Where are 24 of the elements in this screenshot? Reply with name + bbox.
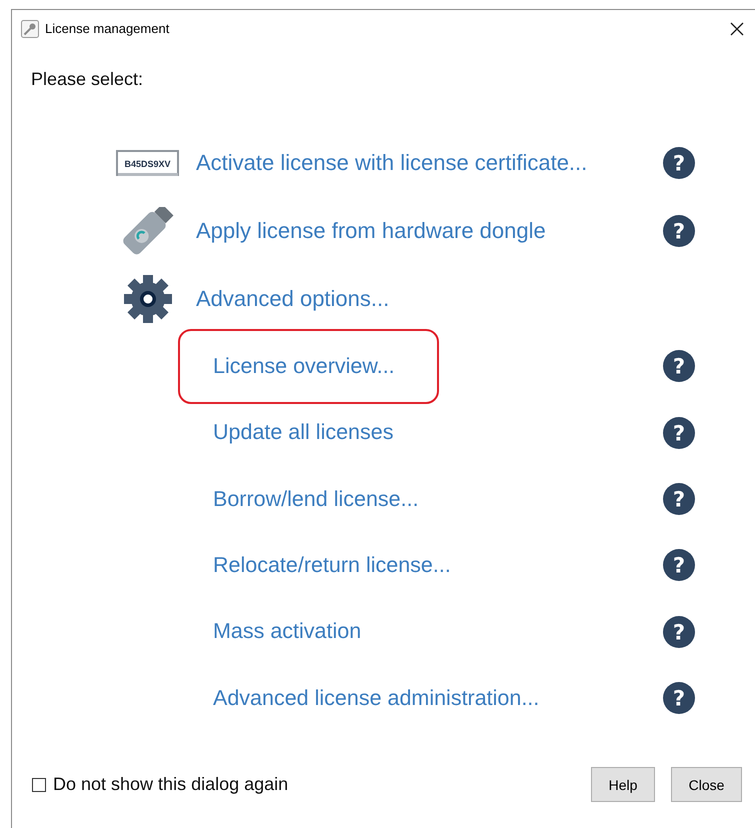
option-link[interactable]: Advanced options... bbox=[196, 286, 663, 312]
prompt-text: Please select: bbox=[31, 68, 144, 92]
option-link[interactable]: License overview... bbox=[213, 354, 395, 378]
option-link[interactable]: Update all licenses bbox=[213, 420, 394, 444]
option-link[interactable]: Borrow/lend license... bbox=[213, 486, 419, 511]
option-link[interactable]: Relocate/return license... bbox=[213, 552, 451, 577]
window-title: License management bbox=[45, 21, 170, 36]
checkbox[interactable] bbox=[32, 778, 46, 792]
help-icon[interactable]: ? bbox=[663, 350, 695, 382]
help-icon[interactable]: ? bbox=[663, 483, 695, 516]
help-icon[interactable]: ? bbox=[663, 549, 695, 582]
dialog-button[interactable]: Help bbox=[591, 767, 655, 802]
help-icon[interactable]: ? bbox=[663, 147, 695, 180]
dialog-button[interactable]: Close bbox=[671, 767, 742, 802]
option-link[interactable]: Advanced license administration... bbox=[213, 686, 540, 710]
option-link[interactable]: Activate license with license certificate... bbox=[196, 150, 663, 176]
help-icon[interactable]: ? bbox=[663, 682, 695, 714]
key-icon bbox=[21, 20, 39, 38]
help-icon[interactable]: ? bbox=[663, 416, 695, 449]
help-icon[interactable]: ? bbox=[663, 616, 695, 648]
checkbox-label: Do not show this dialog again bbox=[53, 774, 288, 796]
help-icon[interactable]: ? bbox=[663, 215, 695, 248]
option-link[interactable]: Apply license from hardware dongle bbox=[196, 218, 663, 244]
option-link[interactable]: Mass activation bbox=[213, 619, 362, 644]
